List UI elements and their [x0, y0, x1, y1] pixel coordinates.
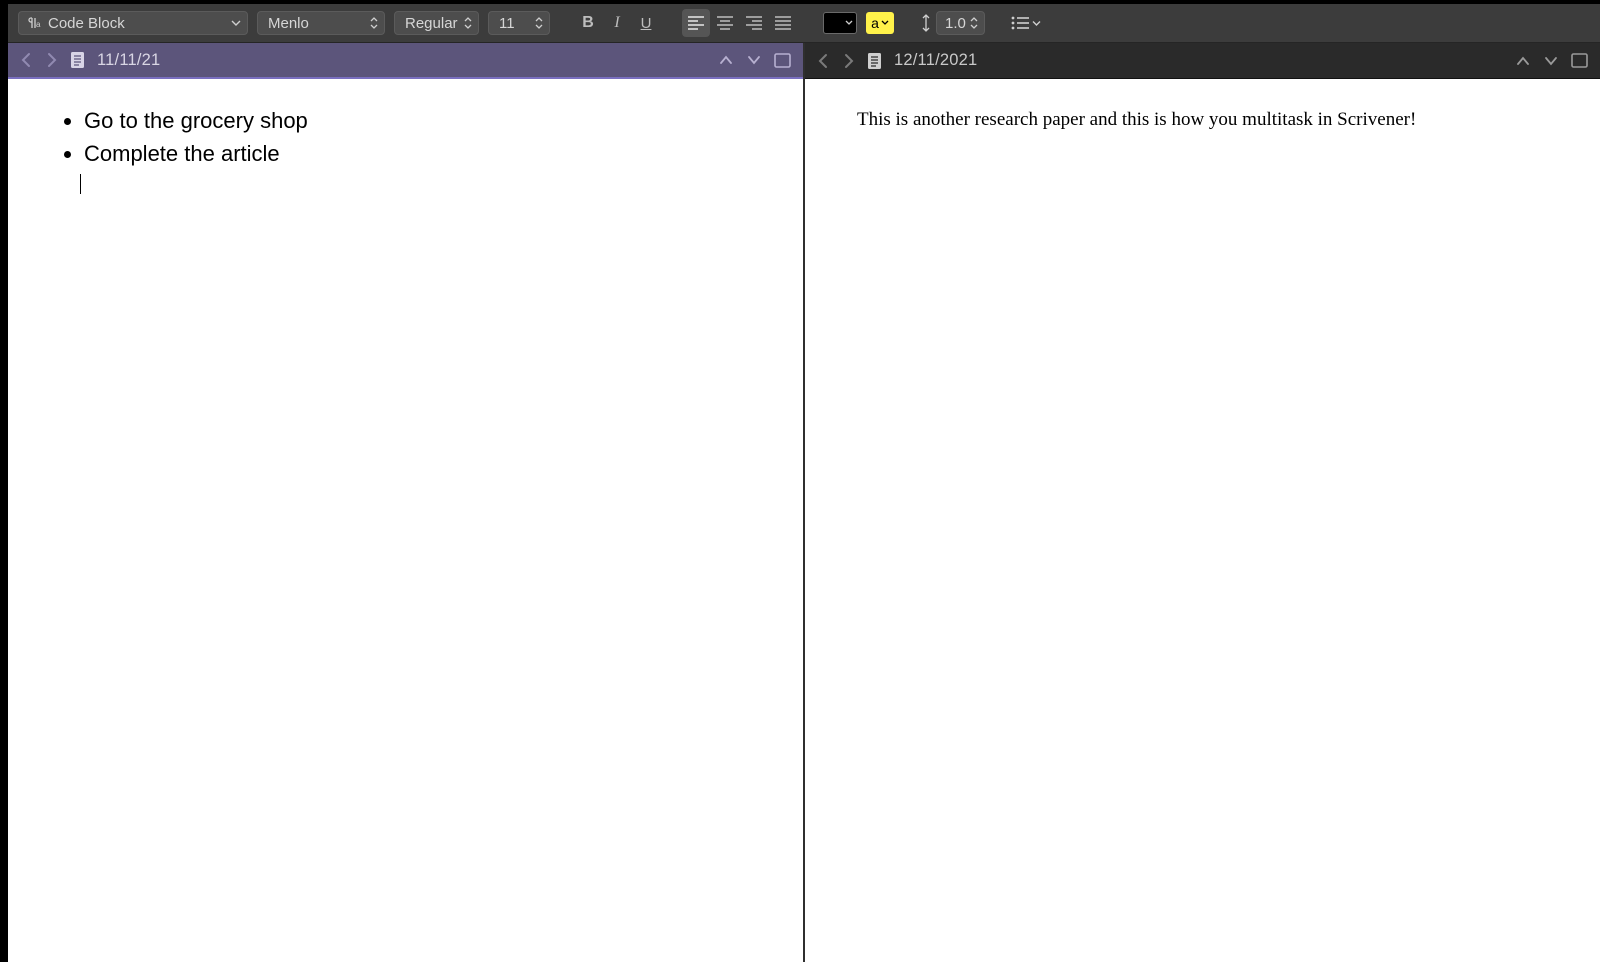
line-spacing-select[interactable]: 1.0	[936, 11, 985, 35]
line-spacing-control: 1.0	[920, 11, 985, 35]
prev-doc-button[interactable]	[1515, 54, 1531, 68]
history-back-button[interactable]	[817, 52, 830, 70]
split-editor: 11/11/21 Go to the grocery shop Complete…	[8, 43, 1600, 962]
toggle-split-button[interactable]	[774, 53, 791, 68]
history-forward-button[interactable]	[842, 52, 855, 70]
list-item[interactable]: Go to the grocery shop	[84, 105, 767, 138]
alignment-group	[682, 9, 797, 37]
chevron-down-icon	[231, 12, 241, 34]
align-justify-button[interactable]	[769, 9, 797, 37]
document-icon	[867, 52, 882, 70]
stepper-icon	[464, 12, 472, 34]
font-size-select[interactable]: 11	[488, 11, 550, 35]
bullet-list: Go to the grocery shop Complete the arti…	[44, 105, 767, 170]
stepper-icon	[370, 12, 378, 34]
body-paragraph[interactable]: This is another research paper and this …	[857, 109, 1416, 130]
font-family-value: Menlo	[268, 15, 309, 32]
pane-left-header: 11/11/21	[8, 43, 803, 79]
underline-button[interactable]: U	[632, 9, 660, 37]
pane-right-editor[interactable]: This is another research paper and this …	[805, 79, 1600, 962]
chevron-down-icon	[1032, 19, 1041, 28]
chevron-down-icon	[845, 13, 853, 33]
pane-left-title[interactable]: 11/11/21	[97, 51, 160, 70]
pane-left: 11/11/21 Go to the grocery shop Complete…	[8, 43, 805, 962]
chevron-down-icon	[881, 19, 889, 27]
bold-button[interactable]: B	[574, 9, 602, 37]
history-forward-button[interactable]	[45, 51, 58, 69]
paragraph-style-value: Code Block	[48, 15, 125, 32]
paragraph-style-icon: a	[27, 16, 41, 30]
next-doc-button[interactable]	[746, 53, 762, 67]
prev-doc-button[interactable]	[718, 53, 734, 67]
pane-left-editor[interactable]: Go to the grocery shop Complete the arti…	[8, 79, 803, 962]
italic-button[interactable]: I	[603, 9, 631, 37]
toggle-split-button[interactable]	[1571, 53, 1588, 68]
text-style-group: B I U	[574, 9, 660, 37]
pane-right-header: 12/11/2021	[805, 43, 1600, 79]
highlight-swatch-label: a	[871, 15, 879, 31]
align-center-button[interactable]	[711, 9, 739, 37]
text-color-swatch[interactable]	[823, 12, 857, 34]
align-left-button[interactable]	[682, 9, 710, 37]
format-toolbar: a Code Block Menlo Regular 11	[8, 4, 1600, 43]
font-family-select[interactable]: Menlo	[257, 11, 385, 35]
stepper-icon	[535, 12, 543, 34]
align-right-button[interactable]	[740, 9, 768, 37]
app-frame: a Code Block Menlo Regular 11	[8, 4, 1600, 962]
line-spacing-value: 1.0	[945, 15, 966, 32]
font-style-select[interactable]: Regular	[394, 11, 479, 35]
paragraph-style-select[interactable]: a Code Block	[18, 11, 248, 35]
text-caret	[80, 174, 81, 194]
list-style-button[interactable]	[1011, 16, 1041, 30]
font-style-value: Regular	[405, 15, 458, 32]
font-size-value: 11	[499, 15, 515, 32]
document-icon	[70, 51, 85, 69]
history-back-button[interactable]	[20, 51, 33, 69]
next-doc-button[interactable]	[1543, 54, 1559, 68]
pane-right: 12/11/2021 This is another research pape…	[805, 43, 1600, 962]
stepper-icon	[970, 12, 978, 34]
svg-text:a: a	[36, 20, 41, 29]
highlight-color-swatch[interactable]: a	[866, 12, 894, 34]
line-spacing-icon	[920, 14, 932, 32]
list-item[interactable]: Complete the article	[84, 138, 767, 171]
pane-right-title[interactable]: 12/11/2021	[894, 51, 977, 70]
